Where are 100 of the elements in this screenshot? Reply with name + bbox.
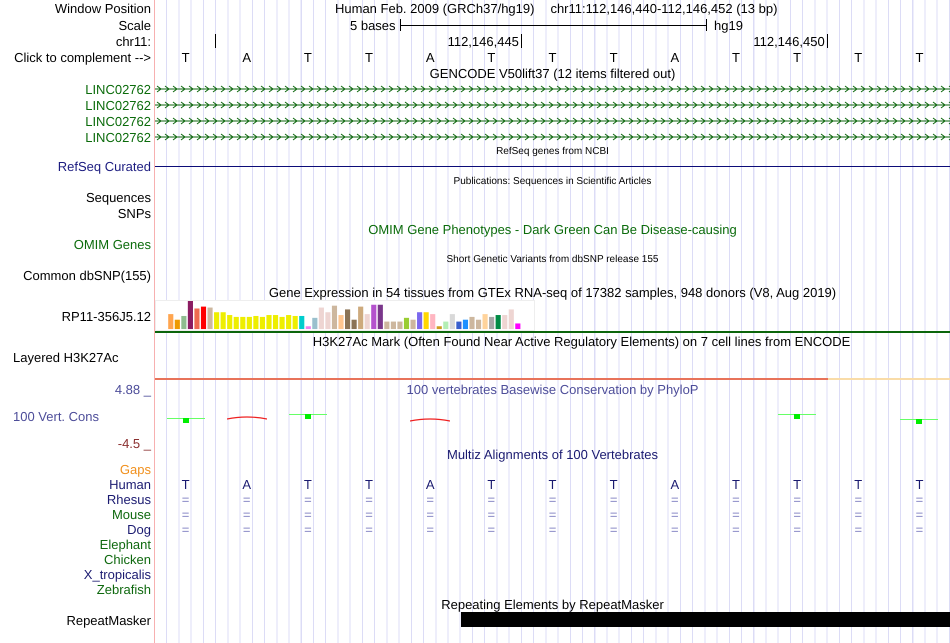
alignment-base: =: [365, 493, 373, 506]
alignment-base: =: [671, 493, 679, 506]
position-range: chr11:112,146,440-112,146,452 (13 bp): [550, 2, 778, 15]
base-letter[interactable]: T: [610, 50, 618, 64]
alignment-base: =: [182, 523, 190, 536]
ruler-tick: [826, 34, 828, 48]
scale-text: 5 bases: [350, 18, 397, 32]
alignment-base: =: [548, 493, 556, 506]
gene-label: LINC02762: [85, 114, 151, 128]
assembly-name: hg19: [714, 18, 743, 32]
alignment-base: =: [732, 508, 740, 521]
ruler-label: 112,146,450: [753, 34, 826, 48]
alignment-base: =: [732, 523, 740, 536]
base-letter[interactable]: A: [670, 50, 680, 64]
alignment-base: =: [610, 493, 618, 506]
track-title: Short Genetic Variants from dbSNP release 155: [446, 254, 658, 264]
track-label: SNPs: [118, 206, 151, 220]
alignment-base: =: [916, 523, 924, 536]
axis-max-label: 4.88 _: [114, 383, 151, 396]
track-label: Layered H3K27Ac: [13, 351, 119, 364]
ruler-label: 112,146,445: [448, 34, 520, 48]
base-letter[interactable]: T: [793, 50, 802, 64]
alignment-base: T: [548, 478, 556, 491]
alignment-base: =: [365, 523, 373, 536]
alignment-base: A: [670, 478, 680, 491]
track-label: Click to complement -->: [14, 50, 151, 64]
alignment-base: =: [793, 523, 801, 536]
track-title: Repeating Elements by RepeatMasker: [441, 598, 664, 611]
alignment-base: =: [916, 508, 924, 521]
track-label: OMIM Genes: [74, 238, 151, 251]
alignment-base: =: [426, 508, 434, 521]
alignment-base: =: [426, 523, 434, 536]
conservation-mark: [900, 419, 938, 424]
alignment-base: =: [365, 508, 373, 521]
gene-label: LINC02762: [85, 130, 151, 144]
track-label: Scale: [118, 18, 151, 32]
base-letter[interactable]: T: [915, 50, 924, 64]
alignment-base: T: [182, 478, 190, 491]
track-label: chr11:: [116, 34, 151, 48]
track-title: Gene Expression in 54 tissues from GTEx RNA-seq of 17382 samples, 948 donors (V8, Aug 2019): [268, 286, 836, 298]
species-label: Mouse: [112, 508, 151, 521]
alignment-base: T: [487, 478, 496, 491]
base-letter[interactable]: T: [365, 50, 373, 64]
track-label: RP11-356J5.12: [62, 310, 151, 323]
species-label: Human: [109, 478, 151, 491]
alignment-base: A: [426, 478, 435, 491]
alignment-base: =: [854, 508, 862, 521]
alignment-base: =: [304, 493, 312, 506]
alignment-base: =: [488, 493, 496, 506]
track-label: Window Position: [54, 2, 151, 15]
axis-min-label: -4.5 _: [118, 437, 151, 450]
track-label: Sequences: [86, 191, 151, 204]
base-letter[interactable]: T: [854, 50, 862, 64]
conservation-mark: [410, 418, 450, 422]
alignment-base: =: [242, 493, 251, 506]
track-title: 100 vertebrates Basewise Conservation by PhyloP: [406, 383, 698, 396]
species-label: Rhesus: [106, 493, 151, 506]
base-letter[interactable]: A: [426, 50, 435, 64]
alignment-base: T: [915, 478, 924, 491]
base-letter[interactable]: T: [182, 50, 190, 64]
alignment-base: =: [548, 523, 556, 536]
alignment-base: =: [488, 508, 496, 521]
species-label: Zebrafish: [96, 583, 151, 596]
gene-label: LINC02762: [85, 98, 151, 112]
alignment-base: =: [182, 508, 190, 521]
alignment-base: =: [854, 523, 862, 536]
alignment-base: =: [732, 493, 740, 506]
alignment-base: =: [182, 493, 190, 506]
conservation-mark: [778, 414, 816, 419]
gene-label: LINC02762: [85, 82, 151, 96]
conservation-mark: [288, 414, 327, 419]
alignment-base: =: [916, 493, 924, 506]
alignment-base: =: [793, 493, 801, 506]
alignment-base: =: [671, 523, 679, 536]
alignment-base: =: [610, 508, 618, 521]
track-title: Multiz Alignments of 100 Vertebrates: [446, 448, 658, 461]
alignment-base: T: [610, 478, 618, 491]
base-letter[interactable]: T: [487, 50, 496, 64]
track-title: Publications: Sequences in Scientific Articles: [454, 177, 652, 187]
ruler-tick: [215, 34, 216, 48]
alignment-base: =: [671, 508, 679, 521]
track-label: 100 Vert. Cons: [12, 410, 99, 423]
alignment-base: T: [793, 478, 802, 491]
alignment-base: T: [732, 478, 740, 491]
alignment-base: =: [488, 523, 496, 536]
alignment-base: T: [365, 478, 373, 491]
assembly-name: Human Feb. 2009 (GRCh37/hg19): [335, 2, 534, 15]
base-letter[interactable]: T: [732, 50, 740, 64]
alignment-base: =: [242, 523, 251, 536]
alignment-base: T: [854, 478, 862, 491]
track-label: Common dbSNP(155): [23, 269, 151, 282]
alignment-base: =: [304, 508, 312, 521]
base-letter[interactable]: A: [242, 50, 252, 64]
alignment-base: =: [426, 493, 434, 506]
track-label: RefSeq Curated: [58, 160, 151, 173]
alignment-base: =: [304, 523, 312, 536]
species-label: Dog: [127, 523, 151, 536]
track-title: OMIM Gene Phenotypes - Dark Green Can Be Disease-causing: [368, 222, 737, 236]
base-letter[interactable]: T: [548, 50, 556, 64]
base-letter[interactable]: T: [304, 50, 312, 64]
